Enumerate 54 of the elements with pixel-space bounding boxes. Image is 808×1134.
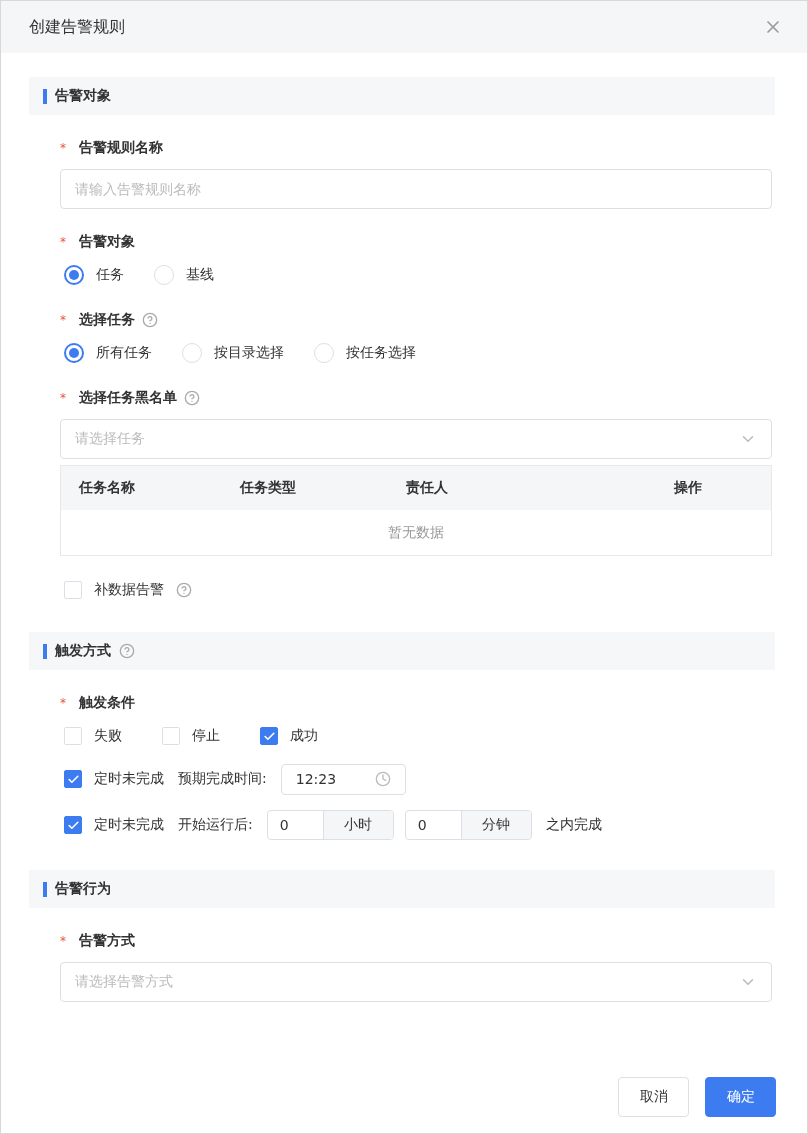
field-label: 触发条件 (79, 694, 135, 712)
required-asterisk: * (60, 141, 67, 155)
field-label: 告警方式 (79, 932, 135, 950)
required-asterisk: * (60, 391, 67, 405)
minutes-field[interactable]: 0 分钟 (404, 810, 532, 840)
required-asterisk: * (60, 313, 67, 327)
radio-button[interactable] (64, 265, 84, 285)
required-asterisk: * (60, 934, 67, 948)
section-title: 告警行为 (55, 880, 111, 898)
prompt-label: 开始运行后: (178, 816, 253, 834)
checkbox-label: 补数据告警 (94, 581, 164, 599)
column-header: 任务类型 (238, 479, 297, 497)
column-header: 责任人 (405, 479, 449, 497)
field-label: 告警规则名称 (79, 139, 163, 157)
required-asterisk: * (60, 235, 67, 249)
section-title: 触发方式 (55, 642, 111, 660)
suffix-label: 之内完成 (545, 816, 602, 834)
field-label: 选择任务黑名单 (79, 389, 177, 407)
radio-label: 按任务选择 (346, 344, 416, 362)
checkbox-label: 停止 (192, 727, 220, 745)
radio-label: 所有任务 (96, 344, 152, 362)
checkmark-icon (66, 818, 80, 832)
checkbox[interactable] (64, 770, 82, 788)
cancel-button[interactable]: 取消 (618, 1077, 689, 1117)
checkbox-label: 定时未完成 (94, 816, 164, 834)
help-icon[interactable] (142, 312, 158, 328)
input-field[interactable]: 请输入告警规则名称 (60, 169, 772, 209)
hours-field[interactable]: 0 小时 (266, 810, 394, 840)
column-header: 任务名称 (77, 479, 136, 497)
checkbox-label: 定时未完成 (94, 770, 164, 788)
checkmark-icon (66, 772, 80, 786)
help-icon[interactable] (176, 582, 192, 598)
checkmark-icon (262, 729, 276, 743)
checkbox-label: 失败 (94, 727, 122, 745)
field-label: 告警对象 (79, 233, 135, 251)
radio-label: 基线 (186, 266, 214, 284)
checkbox[interactable] (64, 816, 82, 834)
column-header: 操作 (673, 479, 703, 497)
radio-label: 按目录选择 (214, 344, 284, 362)
prompt-label: 预期完成时间: (178, 770, 267, 788)
section-title: 告警对象 (55, 87, 111, 105)
checkbox[interactable] (260, 727, 278, 745)
help-icon[interactable] (119, 643, 135, 659)
confirm-button[interactable]: 确定 (705, 1077, 776, 1117)
checkbox-label: 成功 (290, 727, 318, 745)
radio-button[interactable] (64, 343, 84, 363)
clock-icon (374, 771, 391, 787)
help-icon[interactable] (184, 390, 200, 406)
radio-label: 任务 (96, 266, 124, 284)
empty-message: 暂无数据 (387, 522, 445, 542)
time-field[interactable]: 12:23 (280, 763, 406, 795)
required-asterisk: * (60, 696, 67, 710)
dialog-title: 创建告警规则 (29, 16, 125, 38)
field-label: 选择任务 (79, 311, 135, 329)
